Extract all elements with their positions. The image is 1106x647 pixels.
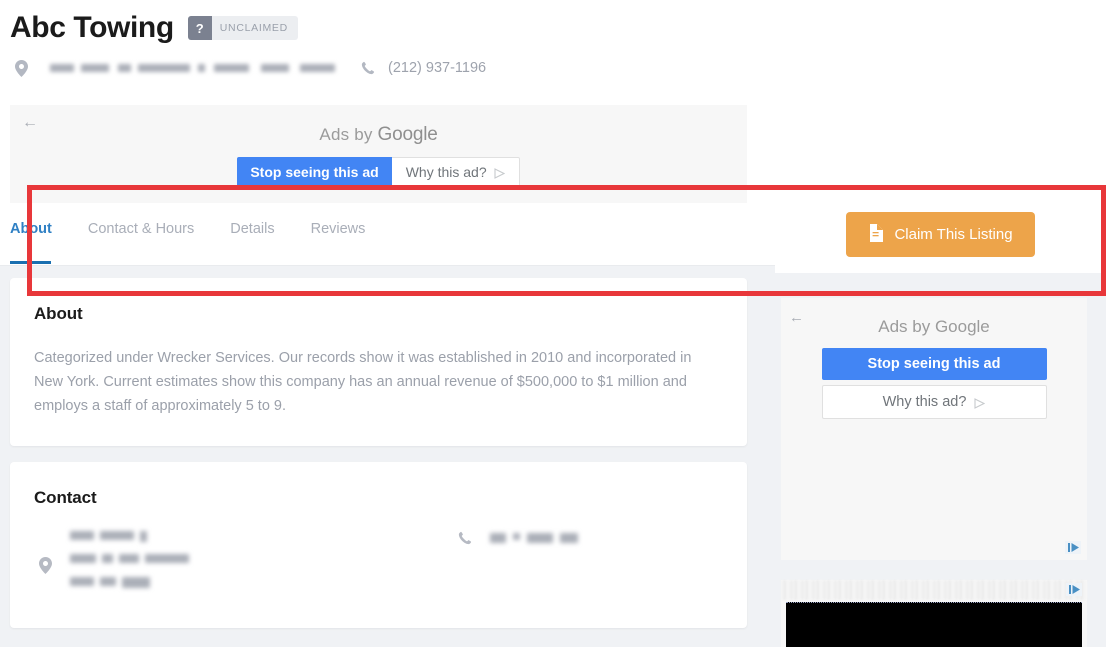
google-wordmark: Google — [934, 317, 990, 336]
tab-reviews[interactable]: Reviews — [311, 218, 366, 264]
why-this-ad-button[interactable]: Why this ad? — [391, 157, 520, 190]
ads-by-google-label: Ads by Google — [10, 105, 747, 146]
business-listing-page: Abc Towing ? UNCLAIMED (212) 937-1196 ← … — [0, 0, 1106, 647]
why-this-ad-label: Why this ad? — [882, 394, 967, 410]
ad-back-arrow-icon[interactable]: ← — [22, 115, 38, 131]
contact-phone-redacted — [490, 533, 578, 543]
why-this-ad-label: Why this ad? — [405, 164, 487, 180]
claim-listing-zone: Claim This Listing — [775, 195, 1106, 273]
business-meta-row: (212) 937-1196 — [10, 50, 775, 84]
stop-seeing-this-ad-button[interactable]: Stop seeing this ad — [237, 157, 392, 190]
about-card: About Categorized under Wrecker Services… — [10, 278, 747, 446]
phone-icon — [357, 61, 379, 75]
google-wordmark: Google — [377, 124, 438, 145]
sidebar-ad-banner-secondary[interactable] — [781, 580, 1087, 647]
contact-address-redacted — [70, 530, 189, 600]
contact-card: Contact — [10, 462, 747, 628]
question-mark-icon: ? — [187, 16, 212, 40]
why-this-ad-button[interactable]: Why this ad? — [821, 385, 1047, 419]
tab-about[interactable]: About — [10, 218, 52, 264]
status-badge-label: UNCLAIMED — [219, 22, 288, 34]
claim-this-listing-label: Claim This Listing — [894, 225, 1013, 243]
adchoices-icon[interactable] — [1065, 541, 1081, 554]
map-pin-icon — [10, 59, 32, 77]
sidebar-ad-button-column: Stop seeing this ad Why this ad? — [781, 348, 1087, 419]
tab-details[interactable]: Details — [230, 218, 274, 264]
business-address-redacted — [50, 61, 336, 76]
about-card-body: Categorized under Wrecker Services. Our … — [34, 350, 692, 414]
sidebar-ad-banner: ← Ads by Google Stop seeing this ad Why … — [781, 298, 1087, 560]
contact-details-grid — [34, 530, 723, 600]
main-content-column: About Categorized under Wrecker Services… — [10, 278, 747, 644]
contact-card-title: Contact — [34, 488, 97, 507]
ads-by-google-label: Ads by Google — [781, 298, 1087, 337]
ad-placeholder-texture — [781, 580, 1087, 600]
page-title: Abc Towing — [10, 11, 174, 44]
section-tabs: About Contact & Hours Details Reviews — [0, 218, 775, 266]
tab-contact-and-hours[interactable]: Contact & Hours — [88, 218, 194, 264]
claim-this-listing-button[interactable]: Claim This Listing — [846, 211, 1035, 257]
status-badge: ? UNCLAIMED — [187, 16, 298, 40]
ad-creative-area[interactable] — [786, 602, 1082, 647]
ad-button-row: Stop seeing this ad Why this ad? — [10, 157, 747, 190]
business-phone-text: (212) 937-1196 — [388, 60, 487, 76]
document-icon — [868, 223, 884, 245]
phone-icon — [454, 531, 476, 545]
business-header: Abc Towing ? UNCLAIMED (212) 937-1196 — [0, 0, 775, 95]
business-title-row: Abc Towing ? UNCLAIMED — [10, 6, 775, 50]
contact-phone-block — [454, 530, 578, 600]
ads-by-prefix: Ads by — [319, 125, 378, 144]
business-phone[interactable]: (212) 937-1196 — [357, 60, 486, 76]
right-sidebar: Claim This Listing ← Ads by Google Stop … — [775, 0, 1106, 647]
adchoices-icon[interactable] — [1066, 583, 1082, 596]
stop-seeing-this-ad-button[interactable]: Stop seeing this ad — [821, 348, 1047, 380]
contact-address-block — [34, 530, 454, 600]
about-card-title: About — [34, 304, 83, 323]
ads-by-prefix: Ads by — [878, 317, 935, 336]
top-ad-banner: ← Ads by Google Stop seeing this ad Why … — [10, 105, 747, 203]
adchoices-icon — [494, 167, 505, 180]
adchoices-icon — [974, 397, 986, 409]
map-pin-icon — [34, 530, 56, 600]
ad-back-arrow-icon[interactable]: ← — [789, 310, 804, 325]
